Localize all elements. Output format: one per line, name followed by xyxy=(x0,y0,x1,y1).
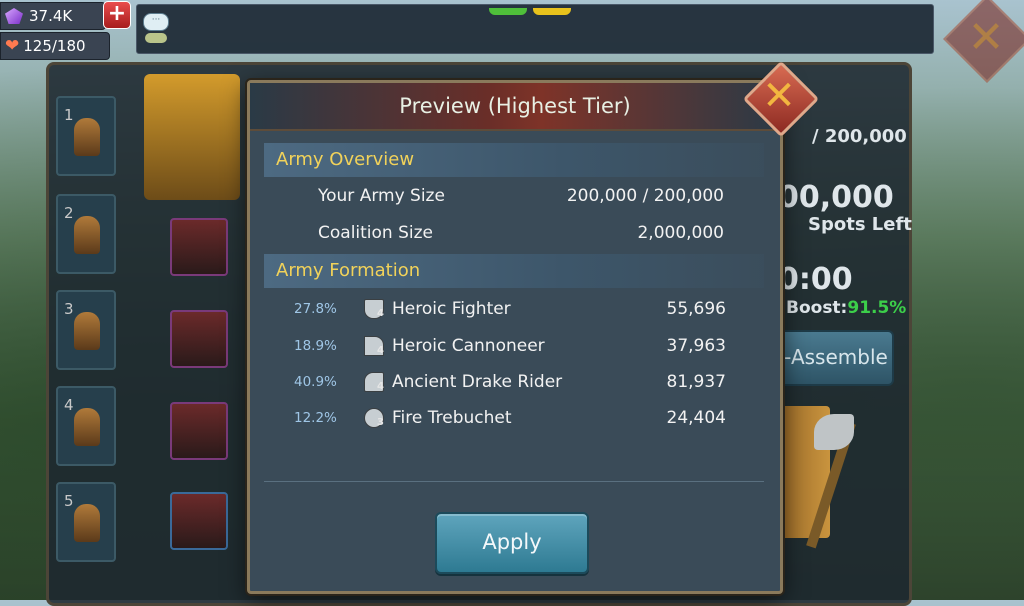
stamina-counter: ❤ 125/180 xyxy=(0,32,110,60)
spots-label-text: Spots Left xyxy=(808,214,912,235)
modal-title: Preview (Highest Tier) xyxy=(399,94,631,118)
tier-label: 4 xyxy=(377,345,384,356)
troop-percent: 40.9% xyxy=(294,374,337,390)
troop-name: Ancient Drake Rider xyxy=(392,372,563,392)
troop-count: 81,937 xyxy=(666,372,726,392)
troop-percent: 27.8% xyxy=(294,301,337,317)
overview-row: Coalition Size 2,000,000 xyxy=(318,223,724,243)
axe-icon xyxy=(814,414,854,450)
overview-row: Your Army Size 200,000 / 200,000 xyxy=(318,186,724,206)
slot-number: 2 xyxy=(64,204,74,222)
siege-icon: 3 xyxy=(364,408,386,430)
formation-row: 12.2% 3 Fire Trebuchet 24,404 xyxy=(294,408,726,436)
formation-row: 40.9% 4 Ancient Drake Rider 81,937 xyxy=(294,372,726,400)
gems-counter: 37.4K xyxy=(0,2,106,30)
slot-number: 1 xyxy=(64,106,74,124)
troop-portrait xyxy=(170,218,228,276)
section-title: Army Overview xyxy=(276,149,415,170)
bow-icon: 4 xyxy=(364,336,386,358)
overview-value: 2,000,000 xyxy=(637,223,724,243)
horse-icon: 4 xyxy=(364,372,386,394)
chat-icon[interactable]: ··· xyxy=(143,13,171,43)
army-total-text: / 200,000 xyxy=(812,126,907,147)
background-close-icon: ✕ xyxy=(967,12,1005,63)
slot-1[interactable]: 1 xyxy=(56,96,116,176)
divider xyxy=(264,481,764,482)
slot-number: 3 xyxy=(64,300,74,318)
modal-header: Preview (Highest Tier) xyxy=(250,83,780,131)
boost-value: 91.5% xyxy=(847,298,907,318)
timer-text: 0:00 xyxy=(778,262,853,297)
heart-icon: ❤ xyxy=(5,36,20,56)
tier-label: 4 xyxy=(377,308,384,319)
slot-2[interactable]: 2 xyxy=(56,194,116,274)
troop-percent: 12.2% xyxy=(294,410,337,426)
stamina-value: 125/180 xyxy=(23,37,86,55)
assemble-button[interactable]: -Assemble xyxy=(778,330,894,386)
helmet-icon xyxy=(74,118,100,156)
formation-row: 27.8% 4 Heroic Fighter 55,696 xyxy=(294,299,726,327)
overview-label: Your Army Size xyxy=(318,186,445,206)
slot-5[interactable]: 5 xyxy=(56,482,116,562)
slot-3[interactable]: 3 xyxy=(56,290,116,370)
troop-portrait xyxy=(170,402,228,460)
gem-icon xyxy=(5,8,23,24)
helmet-icon xyxy=(74,312,100,350)
overview-value: 200,000 / 200,000 xyxy=(566,186,724,206)
troop-count: 55,696 xyxy=(666,299,726,319)
helmet-icon xyxy=(74,504,100,542)
troop-name: Heroic Cannoneer xyxy=(392,336,545,356)
top-indicator xyxy=(486,0,586,15)
close-button[interactable]: ✕ xyxy=(742,60,820,138)
preview-modal: Preview (Highest Tier) Army Overview You… xyxy=(247,80,783,594)
overview-label: Coalition Size xyxy=(318,223,433,243)
troop-portrait xyxy=(170,492,228,550)
troop-name: Heroic Fighter xyxy=(392,299,511,319)
tier-label: 3 xyxy=(377,417,384,428)
boost-label: Boost:91.5% xyxy=(786,298,906,318)
shield-icon: 4 xyxy=(364,299,386,321)
hero-portrait xyxy=(144,74,240,200)
troop-count: 37,963 xyxy=(666,336,726,356)
slot-number: 4 xyxy=(64,396,74,414)
troop-name: Fire Trebuchet xyxy=(392,408,512,428)
spots-value-text: 00,000 xyxy=(778,180,894,215)
helmet-icon xyxy=(74,216,100,254)
add-gems-button[interactable]: + xyxy=(103,1,131,29)
helmet-icon xyxy=(74,408,100,446)
boost-label-text: Boost: xyxy=(786,298,848,318)
close-icon: ✕ xyxy=(762,73,796,119)
section-title: Army Formation xyxy=(276,260,421,281)
army-overview-header: Army Overview xyxy=(264,143,764,177)
troop-percent: 18.9% xyxy=(294,338,337,354)
tier-label: 4 xyxy=(377,381,384,392)
slot-4[interactable]: 4 xyxy=(56,386,116,466)
army-formation-header: Army Formation xyxy=(264,254,764,288)
troop-portrait xyxy=(170,310,228,368)
gems-value: 37.4K xyxy=(29,7,73,25)
slot-number: 5 xyxy=(64,492,74,510)
troop-count: 24,404 xyxy=(666,408,726,428)
apply-button[interactable]: Apply xyxy=(435,512,589,574)
formation-row: 18.9% 4 Heroic Cannoneer 37,963 xyxy=(294,336,726,364)
